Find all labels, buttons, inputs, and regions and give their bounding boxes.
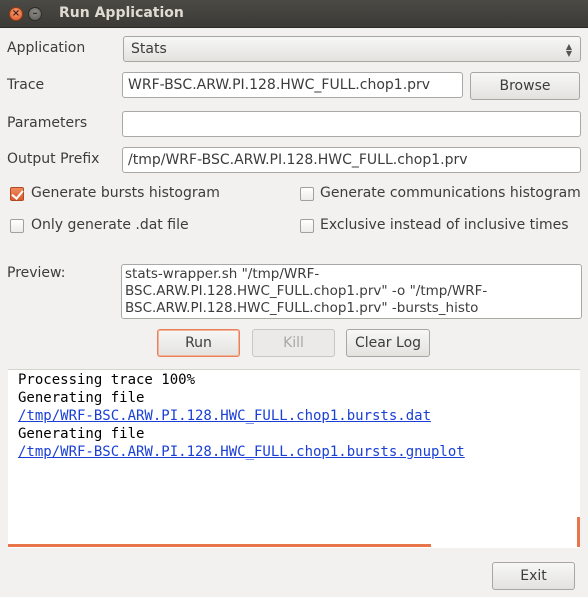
log-line: Processing trace 100% [18, 372, 196, 388]
application-select[interactable]: Stats ▲ ▼ [123, 36, 581, 62]
application-selected-value: Stats [131, 41, 167, 57]
log-line: Generating file [18, 426, 145, 442]
log-scrollbar[interactable] [577, 517, 580, 547]
preview-label: Preview: [7, 265, 66, 281]
progress-bar [8, 544, 431, 547]
trace-input[interactable]: WRF-BSC.ARW.PI.128.HWC_FULL.chop1.prv [122, 72, 463, 98]
run-button[interactable]: Run [157, 329, 240, 357]
kill-button[interactable]: Kill [252, 329, 335, 357]
trace-label: Trace [7, 77, 45, 93]
parameters-label: Parameters [7, 115, 88, 131]
only-generate-dat-label: Only generate .dat file [31, 217, 189, 233]
log-output[interactable]: Processing trace 100% Generating file /t… [8, 369, 580, 548]
output-prefix-label: Output Prefix [7, 151, 100, 167]
application-label: Application [7, 40, 86, 56]
generate-bursts-histogram-label: Generate bursts histogram [31, 185, 220, 201]
generate-communications-histogram-checkbox[interactable] [300, 187, 314, 201]
close-icon[interactable]: × [9, 7, 23, 21]
clear-log-button[interactable]: Clear Log [346, 329, 430, 357]
exclusive-times-label: Exclusive instead of inclusive times [320, 217, 569, 233]
log-line: Generating file [18, 390, 145, 406]
title-bar: × – Run Application [0, 0, 588, 28]
generate-communications-histogram-label: Generate communications histogram [320, 185, 581, 201]
only-generate-dat-checkbox[interactable] [10, 219, 24, 233]
parameters-input[interactable] [122, 111, 581, 137]
exit-button[interactable]: Exit [492, 562, 575, 590]
output-prefix-input[interactable]: /tmp/WRF-BSC.ARW.PI.128.HWC_FULL.chop1.p… [122, 147, 581, 173]
preview-text-area[interactable]: stats-wrapper.sh "/tmp/WRF-BSC.ARW.PI.12… [121, 264, 582, 319]
exclusive-times-checkbox[interactable] [300, 219, 314, 233]
minimize-icon[interactable]: – [28, 7, 42, 21]
log-link-bursts-gnuplot[interactable]: /tmp/WRF-BSC.ARW.PI.128.HWC_FULL.chop1.b… [18, 443, 570, 461]
combo-arrows-icon: ▲ ▼ [565, 42, 573, 58]
generate-bursts-histogram-checkbox[interactable] [10, 187, 24, 201]
log-link-bursts-dat[interactable]: /tmp/WRF-BSC.ARW.PI.128.HWC_FULL.chop1.b… [18, 407, 570, 425]
run-application-window: × – Run Application Application Stats ▲ ▼… [0, 0, 588, 597]
window-title: Run Application [59, 5, 184, 21]
browse-button[interactable]: Browse [470, 72, 580, 100]
